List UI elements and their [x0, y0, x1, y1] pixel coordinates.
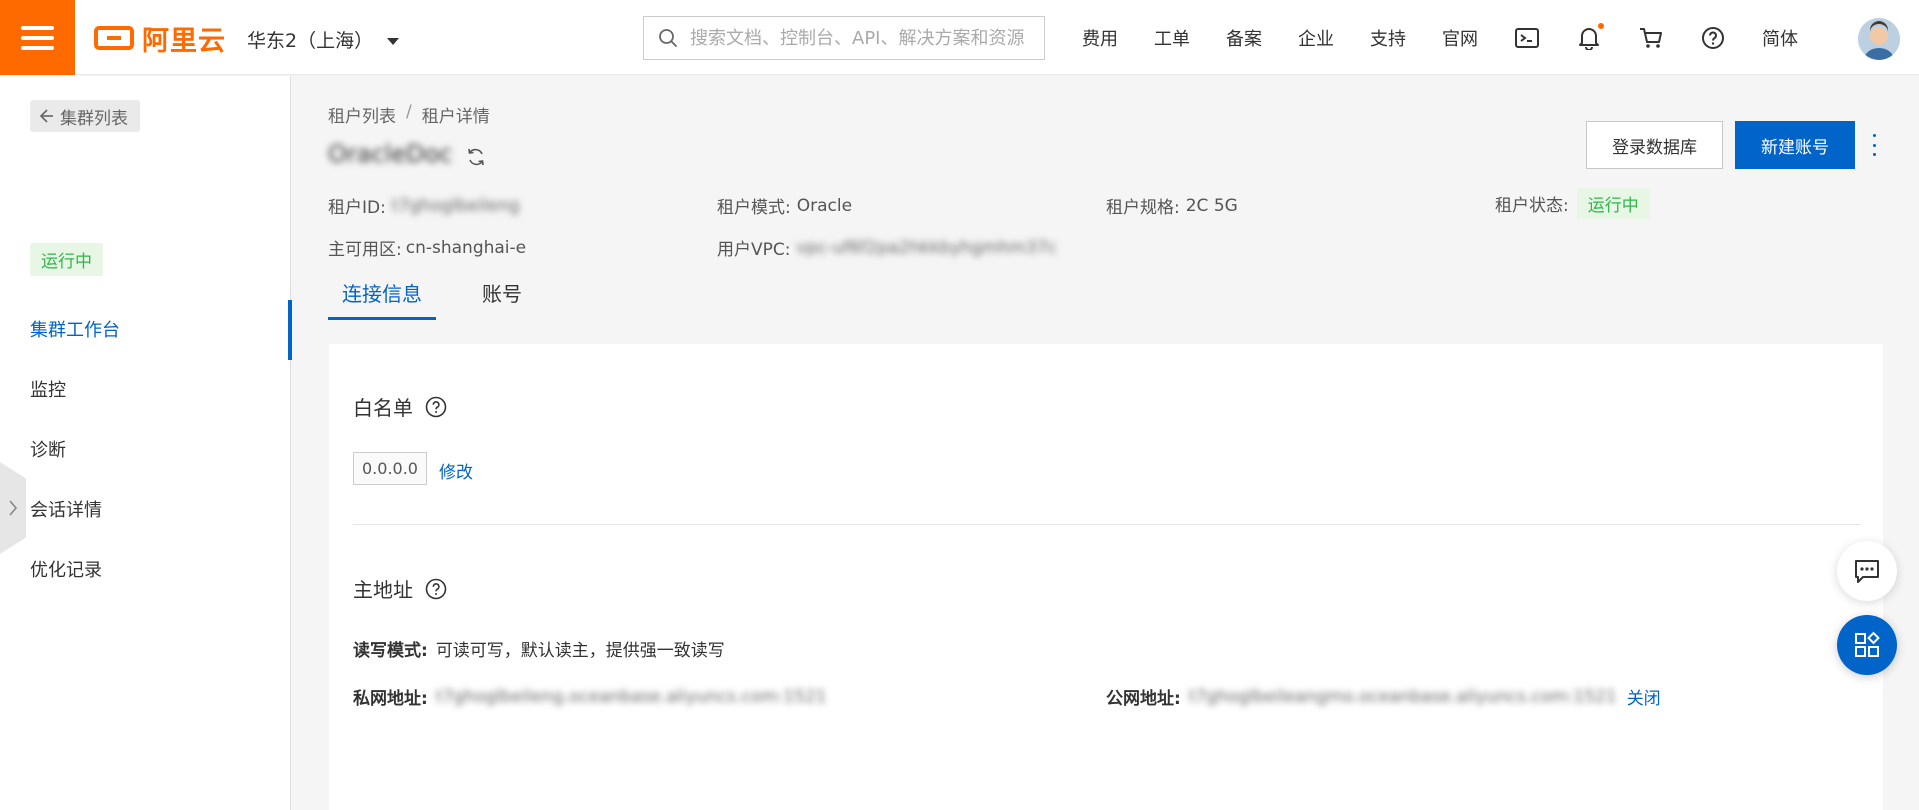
breadcrumb-tenant-detail: 租户详情 [421, 107, 490, 127]
tenant-mode-value: Oracle [796, 195, 853, 216]
top-nav: 费用 工单 备案 企业 支持 官网 简体 [1082, 0, 1834, 75]
sidebar: 集群列表 运行中 集群工作台 监控 诊断 会话详情 优化记录 [0, 76, 292, 810]
tenant-spec-value: 2C 5G [1185, 195, 1238, 216]
tenant-id-label: 租户ID: [328, 198, 386, 218]
tenant-mode-row: 租户模式: Oracle [717, 193, 853, 219]
rw-mode-value: 可读可写，默认读主，提供强一致读写 [435, 641, 725, 661]
tenant-state-label: 租户状态: [1495, 196, 1569, 216]
tenant-mode-label: 租户模式: [717, 198, 791, 218]
bell-icon[interactable] [1576, 22, 1604, 51]
nav-website[interactable]: 官网 [1442, 25, 1478, 51]
nav-support[interactable]: 支持 [1370, 25, 1406, 51]
connection-info-card: 白名单 0.0.0.0 修改 主地址 读写模式: 可读可写，默认读主，提供强一致… [329, 344, 1883, 810]
tab-accounts[interactable]: 账号 [468, 278, 536, 320]
more-options-icon[interactable] [1871, 134, 1877, 156]
breadcrumb: 租户列表 / 租户详情 [328, 102, 490, 127]
public-address-row: 公网地址: t7ghoglbeileangmo.oceanbase.aliyun… [1106, 684, 1661, 710]
private-address-label: 私网地址: [353, 689, 428, 709]
sidebar-item-monitor[interactable]: 监控 [30, 376, 66, 402]
aliyun-logo-mark [94, 26, 134, 50]
search-input[interactable] [690, 27, 1030, 49]
sidebar-item-diagnosis[interactable]: 诊断 [30, 436, 66, 462]
apps-grid-icon [1855, 631, 1880, 657]
vpc-label: 用户VPC: [717, 240, 791, 260]
whitelist-section-title: 白名单 [353, 392, 447, 421]
chevron-down-icon [387, 37, 400, 45]
chat-button[interactable] [1837, 541, 1897, 601]
page-title: OracleDoc [328, 140, 453, 168]
arrow-left-icon [40, 109, 53, 123]
back-to-cluster-list-button[interactable]: 集群列表 [30, 100, 140, 132]
aliyun-logo[interactable]: 阿里云 [94, 22, 226, 57]
tenant-spec-label: 租户规格: [1106, 198, 1180, 218]
nav-enterprise[interactable]: 企业 [1298, 25, 1334, 51]
section-divider [353, 524, 1861, 525]
question-circle-icon[interactable] [425, 578, 447, 600]
cluster-status-badge: 运行中 [30, 243, 103, 276]
detail-tabs: 连接信息 账号 [328, 278, 568, 320]
notification-dot [1598, 22, 1604, 29]
avatar[interactable] [1858, 18, 1900, 60]
chat-bubble-icon [1855, 560, 1879, 583]
search-box[interactable] [643, 16, 1045, 60]
nav-icp[interactable]: 备案 [1226, 25, 1262, 51]
address-title: 主地址 [353, 578, 413, 602]
public-address-label: 公网地址: [1106, 689, 1181, 709]
terminal-icon[interactable] [1514, 25, 1540, 51]
zone-row: 主可用区: cn-shanghai-e [328, 235, 527, 261]
sidebar-item-workbench[interactable]: 集群工作台 [30, 316, 120, 342]
tenant-id-row: 租户ID: t7ghoglbeileng [328, 193, 520, 219]
cart-icon[interactable] [1638, 25, 1664, 51]
zone-value: cn-shanghai-e [405, 237, 527, 258]
help-icon[interactable] [1700, 25, 1726, 51]
tenant-spec-row: 租户规格: 2C 5G [1106, 193, 1238, 219]
region-selector[interactable]: 华东2（上海） [247, 26, 400, 53]
whitelist-ip-chip: 0.0.0.0 [353, 452, 427, 485]
address-section-title: 主地址 [353, 574, 447, 603]
tenant-state-row: 租户状态: 运行中 [1495, 188, 1650, 219]
breadcrumb-separator: / [406, 102, 412, 122]
new-account-button[interactable]: 新建账号 [1735, 121, 1855, 169]
login-database-button[interactable]: 登录数据库 [1586, 121, 1723, 169]
vpc-row: 用户VPC: vpc-uf6f2pa2hkkbyhgmhm37c [717, 235, 1057, 261]
private-address-row: 私网地址: t7ghoglbeileng.oceanbase.aliyuncs.… [353, 684, 827, 710]
menu-icon[interactable] [0, 0, 75, 75]
question-circle-icon[interactable] [425, 396, 447, 418]
active-indicator [288, 300, 292, 360]
apps-button[interactable] [1837, 615, 1897, 675]
refresh-icon[interactable] [466, 147, 486, 167]
private-address-value: t7ghoglbeileng.oceanbase.aliyuncs.com:15… [435, 686, 827, 707]
language-switch[interactable]: 简体 [1762, 25, 1798, 51]
nav-tickets[interactable]: 工单 [1154, 25, 1190, 51]
tenant-id-value: t7ghoglbeileng [391, 195, 520, 216]
rw-mode-label: 读写模式: [353, 641, 428, 661]
tab-connection-info[interactable]: 连接信息 [328, 278, 436, 320]
public-address-value: t7ghoglbeileangmo.oceanbase.aliyuncs.com… [1188, 686, 1617, 707]
logo-text: 阿里云 [142, 25, 226, 57]
sidebar-item-sessions[interactable]: 会话详情 [30, 496, 102, 522]
whitelist-edit-link[interactable]: 修改 [439, 458, 473, 483]
whitelist-title: 白名单 [353, 396, 413, 420]
breadcrumb-tenant-list[interactable]: 租户列表 [328, 102, 396, 127]
top-bar: 阿里云 华东2（上海） 费用 工单 备案 企业 支持 官网 简体 [0, 0, 1919, 75]
search-icon [659, 29, 677, 47]
zone-label: 主可用区: [328, 240, 402, 260]
tenant-state-badge: 运行中 [1576, 188, 1650, 219]
sidebar-item-optimization[interactable]: 优化记录 [30, 556, 102, 582]
region-label: 华东2（上海） [247, 30, 374, 52]
vpc-value: vpc-uf6f2pa2hkkbyhgmhm37c [796, 237, 1057, 258]
close-public-address-link[interactable]: 关闭 [1627, 684, 1661, 709]
nav-billing[interactable]: 费用 [1082, 25, 1118, 51]
rw-mode-row: 读写模式: 可读可写，默认读主，提供强一致读写 [353, 636, 725, 661]
back-label: 集群列表 [60, 108, 128, 129]
chevron-right-icon [9, 500, 18, 516]
